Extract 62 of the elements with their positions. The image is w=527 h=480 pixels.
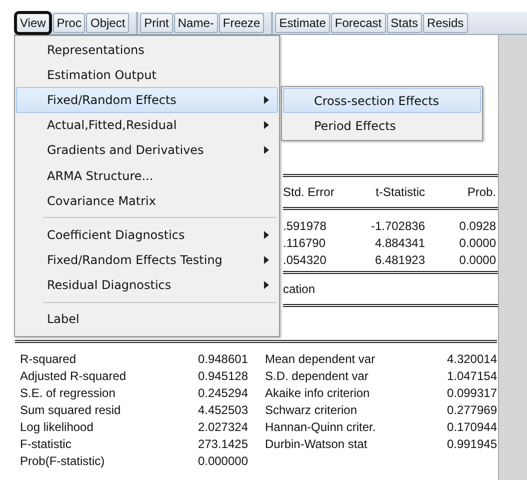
- table-cell-text: 0.0000: [458, 252, 496, 266]
- stat-value: 1.047154: [446, 368, 497, 382]
- stat-label: Akaike info criterion: [265, 386, 371, 400]
- stat-label: F-statistic: [20, 436, 72, 450]
- stat-value: 0.277969: [446, 402, 497, 416]
- menu-item[interactable]: Covariance Matrix: [16, 188, 278, 214]
- table-cell-text: 0.0928: [458, 218, 496, 232]
- toolbar-button[interactable]: Resids: [422, 13, 468, 33]
- toolbar-button[interactable]: Stats: [386, 13, 422, 33]
- stat-value: 273.1425: [196, 436, 248, 450]
- stat-label: Prob(F-statistic): [20, 454, 106, 468]
- stat-label: Adjusted R-squared: [20, 368, 128, 382]
- stat-value: 0.000000: [196, 454, 248, 468]
- stat-label: Log likelihood: [20, 420, 94, 434]
- menu-item[interactable]: Fixed/Random Effects Testing: [16, 248, 278, 273]
- menu-item[interactable]: Representations: [16, 37, 278, 62]
- table-cell-text: .054320: [283, 252, 328, 266]
- stat-value: 0.170944: [446, 420, 497, 434]
- table-cell-text: -1.702836: [370, 218, 425, 232]
- toolbar-button[interactable]: Freeze: [218, 13, 264, 33]
- table-cell-text: 0.0000: [458, 236, 496, 250]
- toolbar-button[interactable]: View: [14, 11, 52, 35]
- stat-label: Mean dependent var: [265, 352, 376, 366]
- menu-item[interactable]: Coefficient Diagnostics: [16, 222, 278, 248]
- stat-value: 0.991945: [446, 436, 497, 450]
- stat-label: Hannan-Quinn criter.: [265, 420, 377, 434]
- menu-item[interactable]: ARMA Structure...: [16, 162, 278, 188]
- menu-item[interactable]: Gradients and Derivatives: [16, 138, 278, 163]
- menu-item[interactable]: Estimation Output: [16, 62, 278, 88]
- stat-value: 0.948601: [196, 352, 248, 366]
- menu-item[interactable]: Period Effects: [283, 113, 481, 138]
- table-cell-text: .116790: [283, 236, 326, 250]
- toolbar-button[interactable]: Estimate: [275, 13, 330, 33]
- toolbar-button[interactable]: Print: [140, 13, 173, 33]
- table-cell-text: 6.481923: [374, 252, 425, 266]
- stat-label: S.D. dependent var: [265, 368, 370, 382]
- stat-value: 2.027324: [196, 420, 248, 434]
- menu-item[interactable]: Residual Diagnostics: [16, 272, 278, 298]
- toolbar-button[interactable]: Object: [86, 13, 130, 33]
- stat-value: 0.245294: [196, 386, 248, 400]
- stat-value: 4.452503: [196, 402, 248, 416]
- toolbar-button[interactable]: Name-: [174, 13, 218, 33]
- table-cell-text: .591978: [283, 218, 328, 232]
- section-label: cation: [283, 282, 316, 296]
- column-header: Prob.: [466, 185, 496, 199]
- stat-label: R-squared: [20, 352, 78, 366]
- stat-label: Durbin-Watson stat: [265, 436, 368, 450]
- stat-label: S.E. of regression: [20, 386, 116, 400]
- menu-item[interactable]: Cross-section Effects: [283, 88, 481, 114]
- stat-value: 0.945128: [196, 368, 248, 382]
- column-header: t-Statistic: [374, 185, 425, 199]
- stat-value: 4.320014: [446, 352, 497, 366]
- column-header: Std. Error: [283, 185, 336, 199]
- menu-item[interactable]: Label: [16, 306, 278, 332]
- stat-value: 0.099317: [446, 386, 497, 400]
- table-cell-text: 4.884341: [374, 236, 425, 250]
- stat-label: Sum squared resid: [20, 402, 122, 416]
- toolbar-button[interactable]: Proc: [52, 13, 86, 33]
- toolbar-button[interactable]: Forecast: [330, 13, 386, 33]
- menu-item[interactable]: Actual,Fitted,Residual: [16, 112, 278, 138]
- menu-item[interactable]: Fixed/Random Effects: [16, 87, 278, 113]
- stat-label: Schwarz criterion: [265, 402, 358, 416]
